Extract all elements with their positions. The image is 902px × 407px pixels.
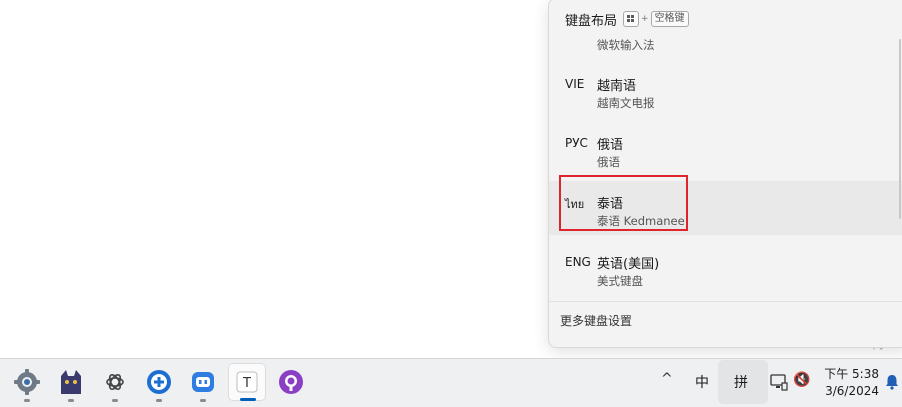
show-hidden-icons-chevron[interactable]: ^ xyxy=(661,371,673,387)
language-item-vietnamese[interactable]: VIE 越南语 越南文电报 xyxy=(549,61,902,119)
taskbar-app-cat[interactable] xyxy=(52,363,90,402)
flyout-title: 键盘布局 xyxy=(565,13,618,29)
red-highlight-box xyxy=(559,175,688,231)
language-item-english-us[interactable]: ENG 英语(美国) 美式键盘 xyxy=(549,239,902,295)
taskbar-app-settings[interactable] xyxy=(8,363,46,402)
github-icon xyxy=(279,370,303,394)
system-clock[interactable]: 下午 5:38 3/6/2024 xyxy=(823,365,879,398)
ime-pinyin-button[interactable]: 拼 xyxy=(718,360,768,404)
taskbar-app-zoom[interactable] xyxy=(140,363,178,402)
t-letter-icon: T xyxy=(236,371,258,393)
taskbar: T ^ 中 拼 🔇 下午 5:38 3/6/2024 xyxy=(0,358,902,407)
language-name: 俄语 xyxy=(597,138,624,153)
clock-date: 3/6/2024 xyxy=(825,384,879,398)
volume-muted-icon[interactable]: 🔇 xyxy=(793,372,810,388)
notification-bell-icon[interactable] xyxy=(884,374,900,390)
openai-icon xyxy=(106,373,124,391)
divider xyxy=(549,301,902,302)
taskbar-app-typora[interactable]: T xyxy=(228,363,266,401)
shortcut-hint: + 空格键 xyxy=(623,11,689,27)
gear-icon xyxy=(14,369,40,395)
language-sub: 俄语 xyxy=(597,155,620,169)
language-code: РУС xyxy=(565,136,588,150)
robot-icon xyxy=(192,372,214,392)
flyout-scrollbar[interactable] xyxy=(899,39,901,219)
windows-key-icon xyxy=(623,11,640,27)
more-keyboard-settings-link[interactable]: 更多键盘设置 xyxy=(560,312,632,329)
taskbar-app-bot[interactable] xyxy=(184,363,222,402)
taskbar-app-github[interactable] xyxy=(272,363,310,401)
language-code: VIE xyxy=(565,77,585,91)
network-monitor-icon[interactable] xyxy=(770,373,788,391)
language-sub: 越南文电报 xyxy=(597,96,655,110)
svg-text:T: T xyxy=(242,376,251,391)
plus-circle-icon xyxy=(147,370,171,394)
language-sub: 美式键盘 xyxy=(597,274,643,288)
language-sub: 微软输入法 xyxy=(597,38,655,52)
clock-time: 下午 5:38 xyxy=(824,367,879,381)
keyboard-layout-flyout: 键盘布局 + 空格键 微软输入法 VIE 越南语 越南文电报 РУС 俄语 俄语… xyxy=(548,0,902,348)
language-item-microsoft-ime[interactable]: 微软输入法 xyxy=(549,33,902,57)
taskbar-app-chatgpt[interactable] xyxy=(96,363,134,402)
language-code: ENG xyxy=(565,255,591,269)
ime-mode-indicator[interactable]: 中 xyxy=(695,372,709,392)
language-name: 英语(美国) xyxy=(597,257,660,272)
plus-sign: + xyxy=(641,14,649,24)
language-name: 越南语 xyxy=(597,79,637,94)
language-item-russian[interactable]: РУС 俄语 俄语 xyxy=(549,121,902,179)
ime-pinyin-label: 拼 xyxy=(734,375,748,391)
flyout-header: 键盘布局 + 空格键 xyxy=(565,7,689,31)
space-key: 空格键 xyxy=(650,11,689,27)
cat-icon xyxy=(61,370,81,394)
